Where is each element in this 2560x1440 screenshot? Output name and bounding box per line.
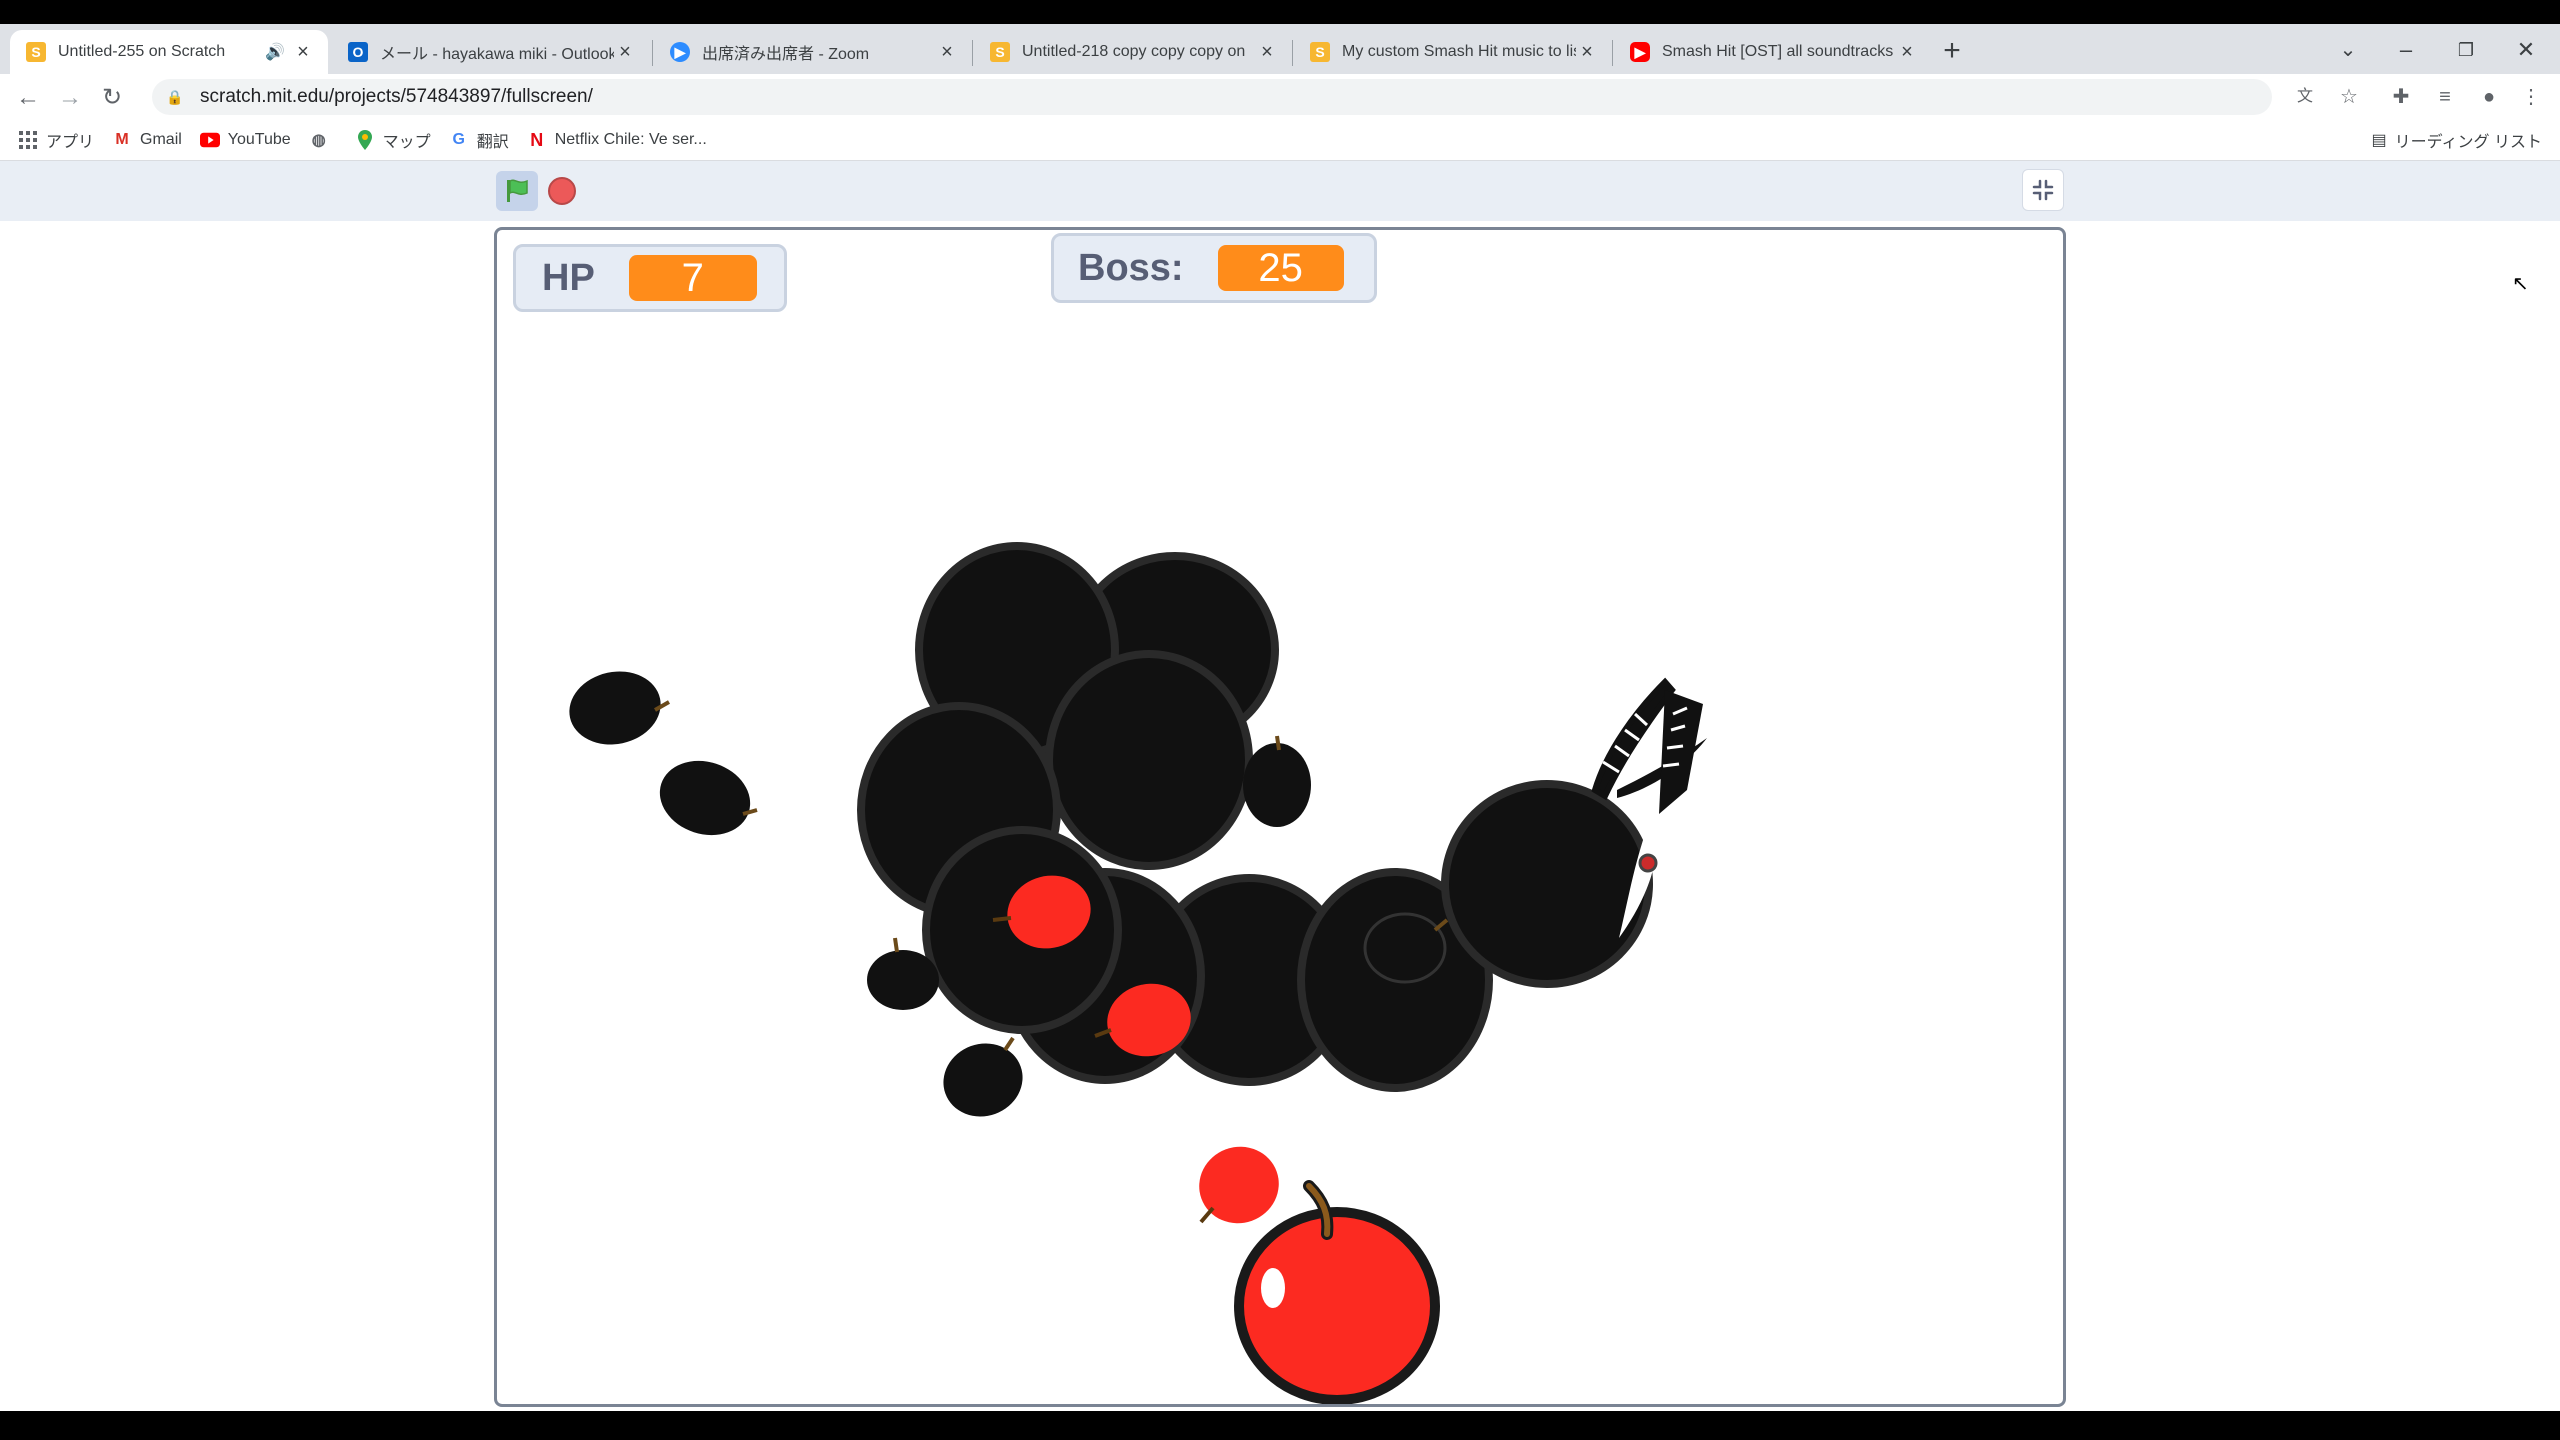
menu-kebab-icon[interactable]: ⋮ xyxy=(2516,82,2546,112)
reading-list-label: リーディング リスト xyxy=(2394,134,2542,151)
tab-search-icon[interactable]: ⌄ xyxy=(2328,34,2368,66)
bookmark-label: マップ xyxy=(382,134,431,151)
black-apple-sprite xyxy=(943,1036,1023,1117)
tab-title: My custom Smash Hit music to lis xyxy=(1342,43,1576,60)
mouse-cursor-icon: ↖ xyxy=(2512,273,2529,295)
hp-value: 7 xyxy=(628,255,757,301)
bookmark-star-icon[interactable]: ☆ xyxy=(2334,82,2364,112)
close-icon[interactable]: × xyxy=(1576,41,1598,64)
tab-outlook[interactable]: O メール - hayakawa miki - Outlook × xyxy=(332,30,650,74)
url-text: scratch.mit.edu/projects/574843897/fulls… xyxy=(200,86,593,107)
close-window-button[interactable]: ✕ xyxy=(2506,34,2546,66)
speaker-icon[interactable]: 🔊 xyxy=(264,42,286,62)
outlook-icon: O xyxy=(348,42,368,62)
tab-strip: S Untitled-255 on Scratch 🔊 × O メール - ha… xyxy=(0,24,2560,74)
bookmark-label: Netflix Chile: Ve ser... xyxy=(554,131,707,148)
tab-zoom[interactable]: ▶ 出席済み出席者 - Zoom × xyxy=(654,30,972,74)
bookmark-label: Gmail xyxy=(140,131,182,148)
scratch-icon: S xyxy=(26,42,46,62)
tab-title: Untitled-255 on Scratch xyxy=(58,43,226,60)
translate-icon: G xyxy=(452,131,465,148)
black-apple-sprite xyxy=(569,671,670,745)
youtube-icon: ▶ xyxy=(1630,42,1650,62)
boss-label: Boss: xyxy=(1078,246,1184,289)
translate-icon[interactable]: 文 xyxy=(2290,82,2320,112)
stop-button[interactable] xyxy=(548,177,576,205)
browser-toolbar: ← → ↻ 🔒 scratch.mit.edu/projects/5748438… xyxy=(0,74,2560,120)
bookmark-label: アプリ xyxy=(46,134,95,151)
boss-value: 25 xyxy=(1217,245,1344,291)
tab-title: Smash Hit [OST] all soundtracks xyxy=(1662,43,1894,60)
apps-grid-icon xyxy=(18,130,38,150)
scratch-icon: S xyxy=(1310,42,1330,62)
close-icon[interactable]: × xyxy=(614,41,636,64)
profile-avatar-icon[interactable]: ● xyxy=(2474,82,2504,112)
boss-monitor: Boss: 25 xyxy=(1051,233,1377,303)
lock-icon: 🔒 xyxy=(166,88,184,105)
bookmark-gmail[interactable]: M Gmail xyxy=(112,130,182,150)
reading-list-icon: ▤ xyxy=(2371,132,2387,149)
forward-button[interactable]: → xyxy=(52,80,88,116)
reload-button[interactable]: ↻ xyxy=(94,80,130,116)
tab-scratch-untitled-218[interactable]: S Untitled-218 copy copy copy on × xyxy=(974,30,1292,74)
hp-label: HP xyxy=(542,256,595,299)
bookmark-netflix[interactable]: N Netflix Chile: Ve ser... xyxy=(527,130,707,150)
hp-monitor: HP 7 xyxy=(513,244,787,312)
close-icon[interactable]: × xyxy=(1896,41,1918,64)
tab-youtube-smash-hit[interactable]: ▶ Smash Hit [OST] all soundtracks × xyxy=(1614,30,1932,74)
tab-smash-hit-music[interactable]: S My custom Smash Hit music to lis × xyxy=(1294,30,1612,74)
zoom-icon: ▶ xyxy=(670,42,690,62)
media-control-icon[interactable]: ≡ xyxy=(2430,82,2460,112)
close-icon[interactable]: × xyxy=(936,41,958,64)
green-flag-button[interactable] xyxy=(496,171,538,211)
bookmark-apps[interactable]: アプリ xyxy=(18,128,94,152)
bookmarks-bar: アプリ M Gmail YouTube ◍ マップ G 翻訳 N Netflix xyxy=(0,120,2560,161)
black-apple-sprite xyxy=(1243,735,1311,827)
tab-title: Untitled-218 copy copy copy on xyxy=(1022,43,1246,60)
scratch-stage[interactable]: HP 7 Boss: 25 xyxy=(494,227,2066,1407)
restore-button[interactable]: ❐ xyxy=(2446,34,2486,66)
stage-canvas xyxy=(569,542,1707,1404)
reading-list-button[interactable]: ▤ リーディング リスト xyxy=(2372,120,2542,160)
black-apple-sprite xyxy=(1363,912,1449,984)
bookmark-label: 翻訳 xyxy=(476,134,509,151)
minimize-button[interactable]: – xyxy=(2386,34,2426,66)
green-flag-icon xyxy=(507,179,528,202)
bookmark-maps[interactable]: マップ xyxy=(355,128,431,152)
boss-head xyxy=(1441,677,1707,988)
black-apple-sprite xyxy=(659,760,758,836)
gmail-icon: M xyxy=(115,131,129,148)
new-tab-button[interactable]: + xyxy=(1934,34,1970,70)
youtube-icon xyxy=(199,130,220,150)
tab-title: 出席済み出席者 - Zoom xyxy=(702,46,870,63)
exit-fullscreen-button[interactable] xyxy=(2022,169,2064,211)
bookmark-label: YouTube xyxy=(227,131,291,148)
red-apple-projectile xyxy=(1199,1146,1279,1224)
scratch-icon: S xyxy=(990,42,1010,62)
bookmark-youtube[interactable]: YouTube xyxy=(199,130,291,150)
scratch-controls-bar xyxy=(0,161,2560,221)
tab-scratch-untitled-255[interactable]: S Untitled-255 on Scratch 🔊 × xyxy=(10,30,328,74)
netflix-icon: N xyxy=(530,129,544,150)
bookmark-translate[interactable]: G 翻訳 xyxy=(449,128,509,152)
close-icon[interactable]: × xyxy=(1256,41,1278,64)
exit-fullscreen-icon xyxy=(2032,179,2054,201)
tab-title: メール - hayakawa miki - Outlook xyxy=(380,46,614,63)
bookmark-globe[interactable]: ◍ xyxy=(309,130,337,150)
player-apple-sprite xyxy=(1234,1180,1440,1404)
extensions-icon[interactable]: ✚ xyxy=(2386,82,2416,112)
address-bar[interactable]: 🔒 scratch.mit.edu/projects/574843897/ful… xyxy=(152,79,2272,115)
back-button[interactable]: ← xyxy=(10,80,46,116)
browser-window: S Untitled-255 on Scratch 🔊 × O メール - ha… xyxy=(0,24,2560,1411)
globe-icon: ◍ xyxy=(311,132,326,149)
close-icon[interactable]: × xyxy=(292,41,314,64)
maps-pin-icon xyxy=(355,130,375,150)
